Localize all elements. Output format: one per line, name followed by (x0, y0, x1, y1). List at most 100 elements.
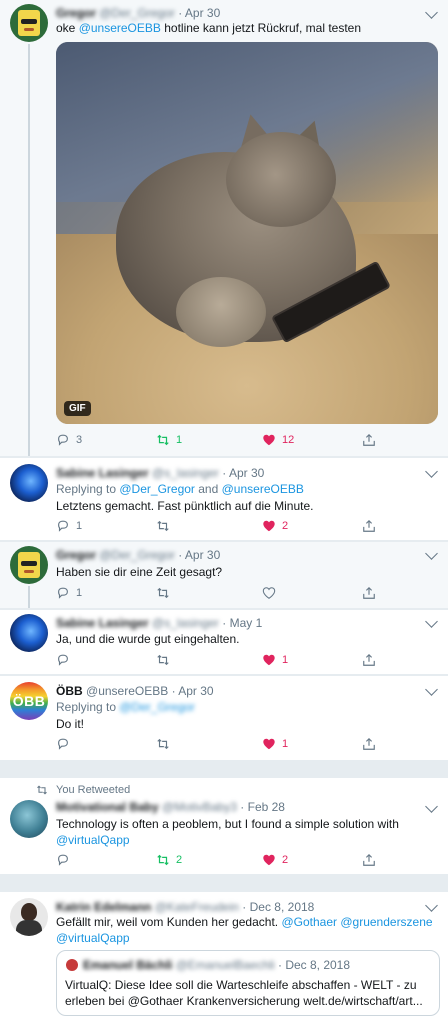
chevron-down-icon[interactable] (425, 6, 438, 19)
tweet[interactable]: Gregor @Der_Gregor · Apr 30 Haben sie di… (0, 542, 448, 608)
tweet-header: Gregor @Der_Gregor · Apr 30 (56, 6, 220, 20)
mention-link[interactable]: @unsereOEBB (79, 21, 161, 35)
retweet-icon (157, 434, 169, 446)
thread-connector (28, 44, 30, 456)
replying-label: Replying to (56, 482, 120, 496)
share-button[interactable] (362, 852, 376, 868)
quote-header: Emanuel Bächli @EmanuelBaechli · Dec 8, … (83, 958, 350, 972)
reply-button[interactable]: 1 (56, 585, 82, 601)
retweet-label-icon (37, 785, 47, 795)
tweet-date[interactable]: May 1 (230, 616, 263, 630)
avatar[interactable]: ÖBB (10, 682, 48, 720)
replying-to: Replying to @Der_Gregor and @unsereOEBB (56, 482, 304, 496)
share-button[interactable] (362, 736, 376, 752)
tweet[interactable]: Sabine Lasinger @s_lasinger · May 1 Ja, … (0, 610, 448, 674)
tweet-date[interactable]: Dec 8, 2018 (250, 900, 315, 914)
reply-count: 1 (76, 520, 83, 532)
tweet-date[interactable]: Apr 30 (185, 6, 220, 20)
avatar[interactable] (10, 464, 48, 502)
user-name[interactable]: Sabine Lasinger (56, 466, 149, 480)
retweet-icon (157, 520, 169, 532)
like-button[interactable]: 1 (262, 736, 288, 752)
mention-link[interactable]: @Der_Gregor (119, 482, 195, 496)
avatar[interactable] (10, 546, 48, 584)
tweet-text-part: Technology is often a peoblem, but I fou… (56, 817, 399, 831)
tweet-actions: 1 (56, 652, 386, 668)
reply-button[interactable]: 3 (56, 432, 82, 448)
tweet[interactable]: Sabine Lasinger @s_lasinger · Apr 30 Rep… (0, 458, 448, 540)
user-name[interactable]: ÖBB (56, 684, 83, 698)
tweet-text-part: hotline kann jetzt Rückruf, mal testen (160, 21, 362, 35)
user-name[interactable]: Katrin Edelmann (56, 900, 151, 914)
avatar[interactable] (10, 800, 48, 838)
chevron-down-icon[interactable] (425, 800, 438, 813)
separator-dot: · (240, 800, 245, 814)
mention-link[interactable]: @Der_Gregor (119, 700, 195, 714)
share-button[interactable] (362, 432, 376, 448)
tweet-date[interactable]: Apr 30 (185, 548, 220, 562)
mention-link[interactable]: @gruenderszene (340, 915, 432, 929)
reply-count: 1 (76, 587, 83, 599)
tweet[interactable]: Gregor @Der_Gregor · Apr 30 oke @unsereO… (0, 0, 448, 456)
mention-link[interactable]: @virtualQapp (56, 833, 130, 847)
quote-avatar (66, 959, 78, 971)
tweet-text-part: Gefällt mir, weil vom Kunden her gedacht… (56, 915, 282, 929)
like-count: 2 (282, 854, 289, 866)
like-button[interactable]: 1 (262, 652, 288, 668)
like-button[interactable]: 2 (262, 852, 288, 868)
tweet-text: Haben sie dir eine Zeit gesagt? (56, 565, 223, 579)
avatar[interactable] (10, 898, 48, 936)
heart-icon (262, 587, 276, 599)
chevron-down-icon[interactable] (425, 615, 438, 628)
share-button[interactable] (362, 585, 376, 601)
avatar[interactable] (10, 614, 48, 652)
reply-count: 3 (76, 434, 83, 446)
user-name[interactable]: Sabine Lasinger (56, 616, 149, 630)
tweet-date[interactable]: Apr 30 (178, 684, 213, 698)
reply-button[interactable] (56, 736, 70, 752)
retweet-icon (157, 654, 169, 666)
tweet-header: Motivational Baby @MotivBaby3 · Feb 28 (56, 800, 285, 814)
like-button[interactable] (262, 585, 276, 601)
replying-label: Replying to (56, 700, 120, 714)
chevron-down-icon[interactable] (425, 547, 438, 560)
gif-media[interactable]: GIF (56, 42, 438, 424)
retweet-icon (157, 738, 169, 750)
retweet-button[interactable]: 2 (156, 852, 182, 868)
like-button[interactable]: 2 (262, 518, 288, 534)
tweet-header: Sabine Lasinger @s_lasinger · May 1 (56, 616, 262, 630)
tweet-actions: 3 1 12 (56, 432, 386, 448)
mention-link[interactable]: @virtualQapp (56, 931, 130, 945)
retweet-button[interactable] (156, 518, 170, 534)
reply-button[interactable] (56, 652, 70, 668)
reply-button[interactable] (56, 852, 70, 868)
avatar[interactable] (10, 4, 48, 42)
retweet-button[interactable] (156, 652, 170, 668)
mention-link[interactable]: @unsereOEBB (222, 482, 304, 496)
user-name[interactable]: Gregor (56, 6, 96, 20)
chevron-down-icon[interactable] (425, 683, 438, 696)
user-name[interactable]: Motivational Baby (56, 800, 159, 814)
tweet[interactable]: ÖBB ÖBB @unsereOEBB · Apr 30 Replying to… (0, 676, 448, 760)
retweet-button[interactable] (156, 585, 170, 601)
quoted-tweet[interactable]: Emanuel Bächli @EmanuelBaechli · Dec 8, … (56, 950, 440, 1016)
tweet-date[interactable]: Apr 30 (229, 466, 264, 480)
user-name[interactable]: Gregor (56, 548, 96, 562)
tweet-text: Technology is often a peoblem, but I fou… (56, 816, 434, 848)
tweet-actions: 1 2 (56, 518, 386, 534)
like-button[interactable]: 12 (262, 432, 294, 448)
reply-button[interactable]: 1 (56, 518, 82, 534)
tweet[interactable]: You Retweeted Motivational Baby @MotivBa… (0, 778, 448, 874)
share-button[interactable] (362, 518, 376, 534)
tweet-actions: 1 (56, 585, 386, 601)
reply-icon (58, 854, 68, 866)
chevron-down-icon[interactable] (425, 465, 438, 478)
share-button[interactable] (362, 652, 376, 668)
tweet-date[interactable]: Feb 28 (248, 800, 285, 814)
reply-icon (58, 738, 68, 750)
chevron-down-icon[interactable] (425, 899, 438, 912)
mention-link[interactable]: @Gothaer (281, 915, 337, 929)
heart-filled-icon (263, 434, 275, 446)
retweet-button[interactable] (156, 736, 170, 752)
retweet-button[interactable]: 1 (156, 432, 182, 448)
